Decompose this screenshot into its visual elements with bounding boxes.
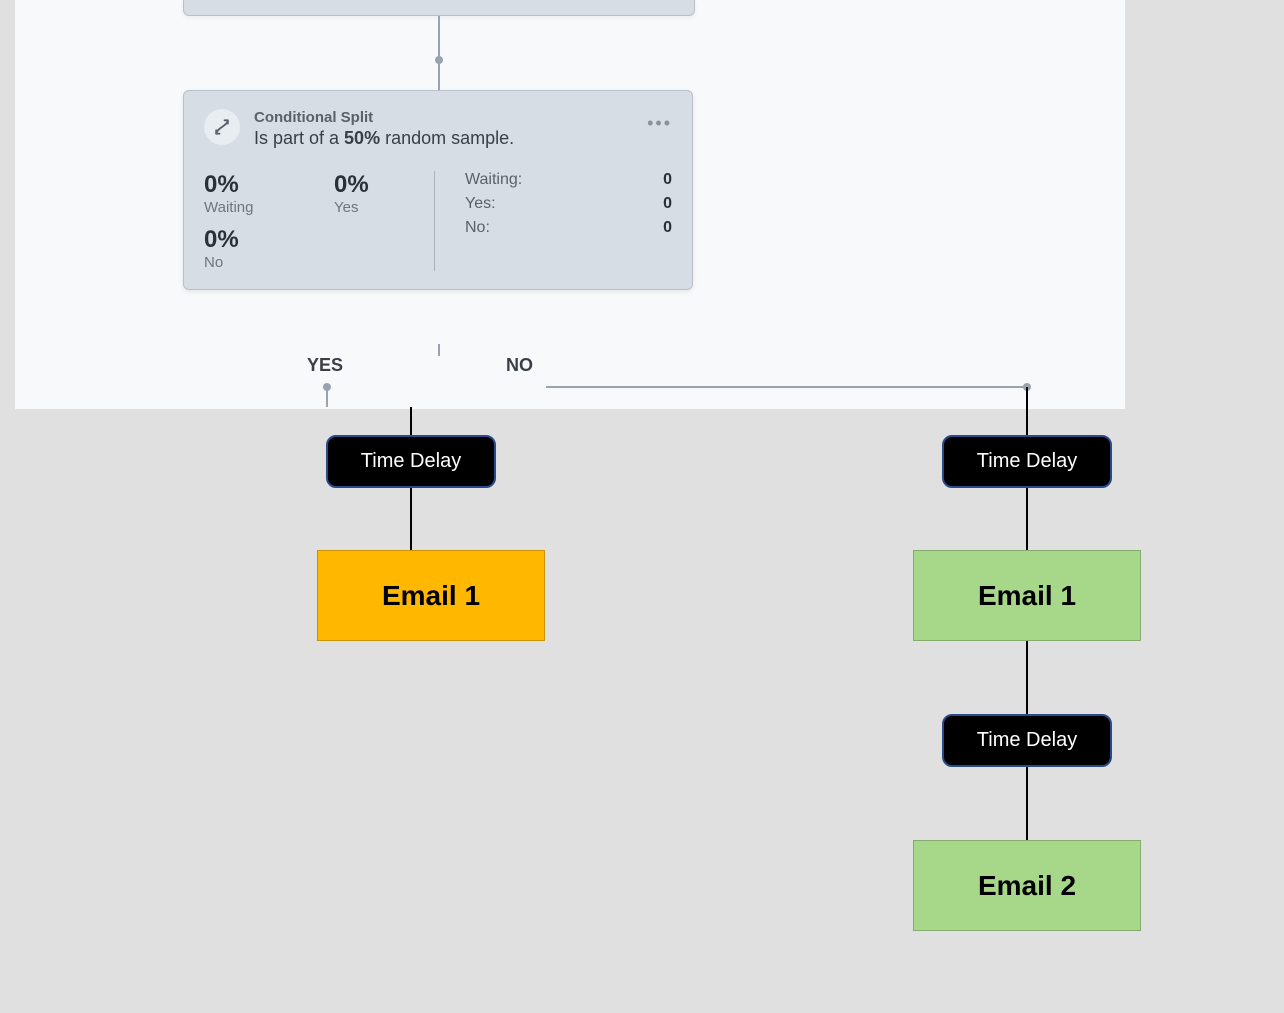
connector [1026, 488, 1028, 550]
connector [438, 16, 440, 90]
email-no-1[interactable]: Email 1 [913, 550, 1141, 641]
connector [326, 387, 328, 407]
branch-yes-label: YES [307, 355, 343, 376]
node-title: Conditional Split [254, 109, 514, 126]
stat-yes: 0% Yes [334, 171, 434, 216]
connector [546, 386, 1029, 388]
connector-dot [435, 56, 443, 64]
stats-counts: Waiting:0 Yes:0 No:0 [465, 171, 672, 271]
node-menu-button[interactable]: ••• [647, 113, 672, 134]
divider [434, 171, 435, 271]
previous-node-edge [183, 0, 695, 16]
time-delay-yes[interactable]: Time Delay [326, 435, 496, 488]
connector [1026, 767, 1028, 840]
connector [410, 407, 412, 435]
connector [1026, 641, 1028, 714]
connector [410, 488, 412, 550]
conditional-split-node[interactable]: Conditional Split Is part of a 50% rando… [183, 90, 693, 290]
connector [1026, 387, 1028, 435]
stats-percentages: 0% Waiting 0% Yes 0% No [204, 171, 434, 271]
time-delay-no-2[interactable]: Time Delay [942, 714, 1112, 767]
stat-waiting: 0% Waiting [204, 171, 304, 216]
node-description: Is part of a 50% random sample. [254, 128, 514, 149]
branch-no-label: NO [506, 355, 533, 376]
connector [438, 344, 440, 356]
email-yes-1[interactable]: Email 1 [317, 550, 545, 641]
email-no-2[interactable]: Email 2 [913, 840, 1141, 931]
split-icon [204, 109, 240, 145]
time-delay-no-1[interactable]: Time Delay [942, 435, 1112, 488]
stat-no: 0% No [204, 226, 304, 271]
